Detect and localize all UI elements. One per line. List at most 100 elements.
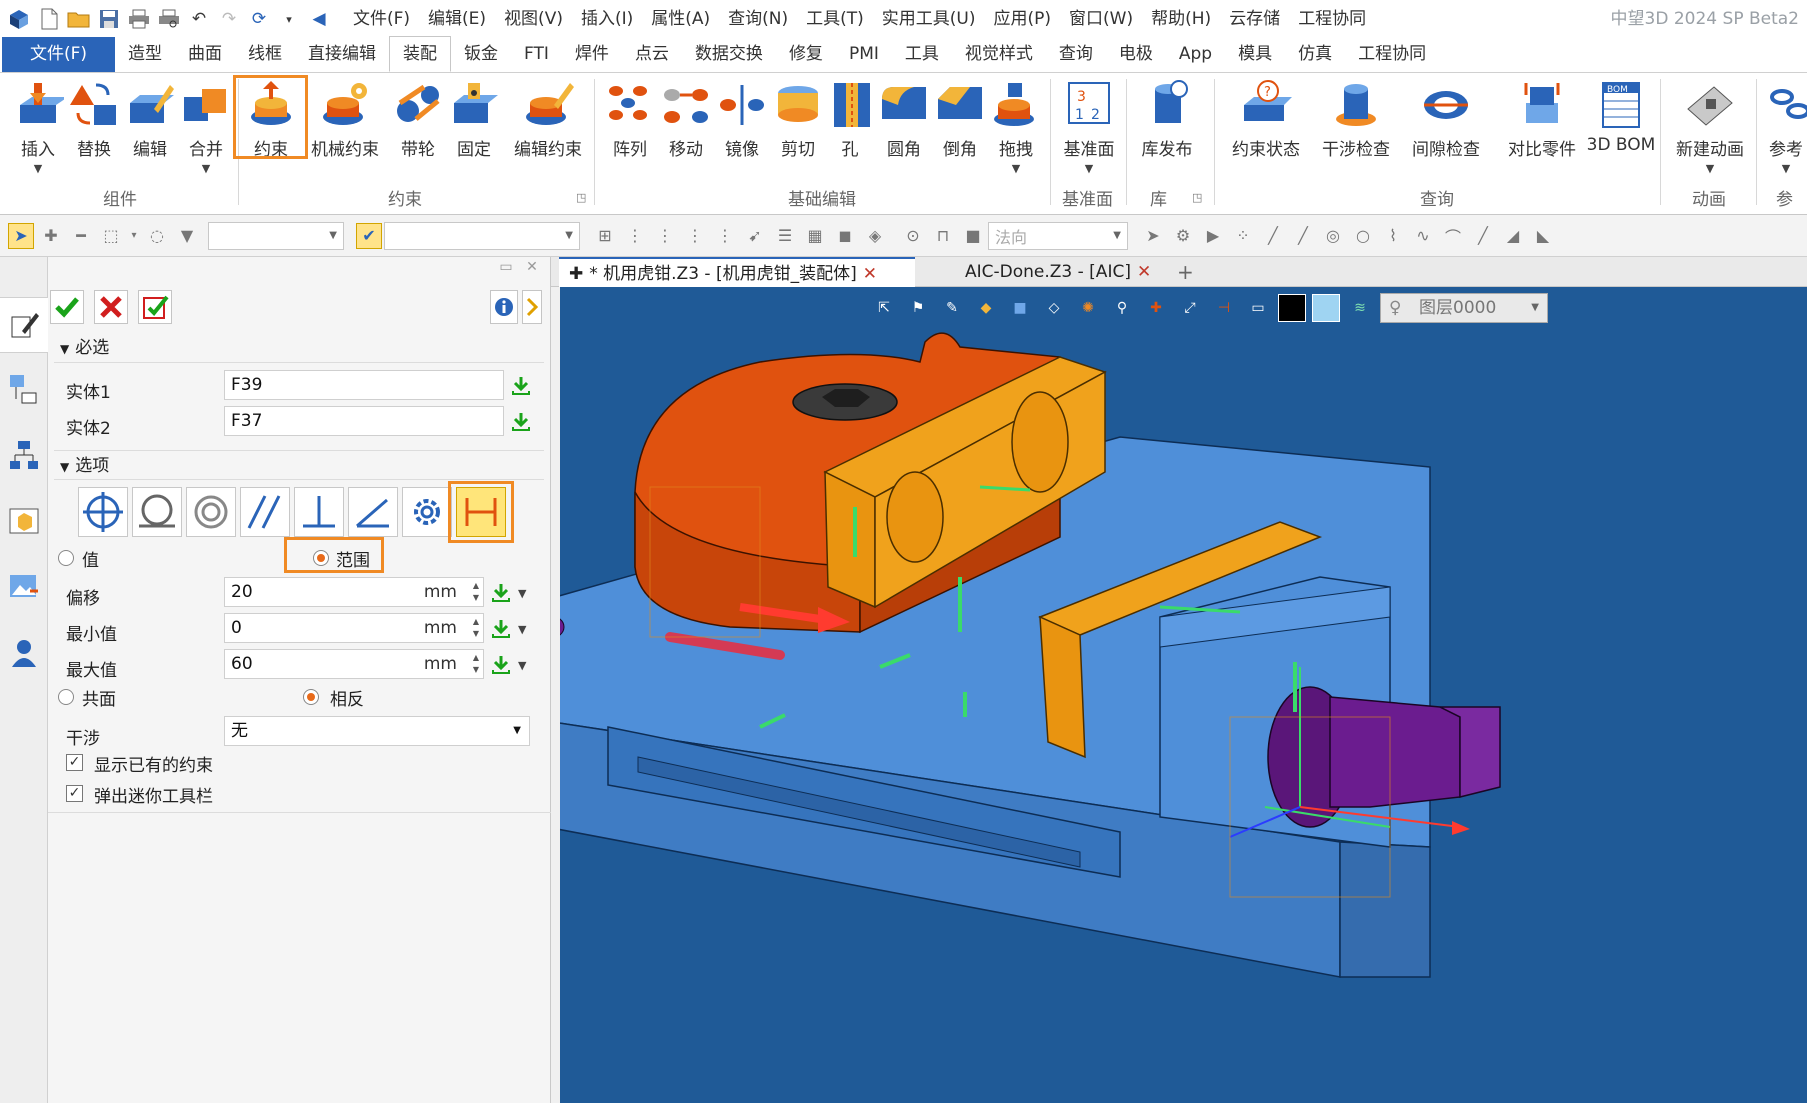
tab-data-exchange[interactable]: 数据交换 xyxy=(682,37,776,72)
assembly-tree-icon[interactable] xyxy=(8,439,40,471)
new-tab-button[interactable]: + xyxy=(1167,257,1204,287)
history-tree-icon[interactable] xyxy=(8,373,40,405)
refresh-icon[interactable]: ⟳ xyxy=(246,6,272,32)
menu-query[interactable]: 查询(N) xyxy=(719,0,797,38)
datum-plane-button[interactable]: 312 基准面 ▼ xyxy=(1058,79,1120,197)
curve-icon[interactable]: ∿ xyxy=(1410,223,1436,249)
entity2-field[interactable]: F37 xyxy=(224,406,504,436)
tab-simulation[interactable]: 仿真 xyxy=(1285,37,1345,72)
3d-bom-button[interactable]: BOM 3D BOM xyxy=(1584,79,1658,197)
box-select-icon[interactable]: ⬚ xyxy=(98,223,124,249)
min-field[interactable]: 0 mm ▲ ▼ xyxy=(224,613,484,643)
doc-tab-vise-assembly[interactable]: ✚ * 机用虎钳.Z3 - [机用虎钳_装配体] ✕ xyxy=(559,257,915,287)
part-view-icon[interactable] xyxy=(8,505,40,537)
angle-constraint-button[interactable] xyxy=(348,487,398,537)
options-section-header[interactable]: ▼ 选项 xyxy=(54,450,544,480)
print-preview-icon[interactable] xyxy=(156,6,182,32)
menu-insert[interactable]: 插入(I) xyxy=(572,0,642,38)
menu-collab[interactable]: 工程协同 xyxy=(1289,0,1375,38)
info-button[interactable] xyxy=(490,290,518,324)
opposite-radio[interactable] xyxy=(303,689,319,705)
tab-fti[interactable]: FTI xyxy=(511,37,562,72)
clipboard-icon[interactable]: ▦ xyxy=(802,223,828,249)
snap-vertex-icon[interactable]: ⋮ xyxy=(712,223,738,249)
menu-file[interactable]: 文件(F) xyxy=(344,0,419,38)
redo-icon[interactable]: ↷ xyxy=(216,6,242,32)
arc-icon[interactable]: ⌒ xyxy=(1440,223,1466,249)
merge-button[interactable]: 合并 ▼ xyxy=(178,79,234,197)
select-pointer-icon[interactable]: ➤ xyxy=(8,222,34,249)
tab-weldment[interactable]: 焊件 xyxy=(562,37,622,72)
snap-midpoint-icon[interactable]: ⋮ xyxy=(622,223,648,249)
clearance-check-button[interactable]: 间隙检查 xyxy=(1406,79,1486,197)
menu-view[interactable]: 视图(V) xyxy=(495,0,572,38)
app-logo-icon[interactable] xyxy=(6,6,32,32)
interference-check-button[interactable]: 干涉检查 xyxy=(1316,79,1396,197)
constraint-status-button[interactable]: ? 约束状态 xyxy=(1226,79,1306,197)
tab-point-cloud[interactable]: 点云 xyxy=(622,37,682,72)
user-icon[interactable] xyxy=(8,637,40,669)
customize-dropdown-icon[interactable]: ▾ xyxy=(276,6,302,32)
coplanar-radio[interactable] xyxy=(58,689,74,705)
lasso-select-icon[interactable]: ◌ xyxy=(144,223,170,249)
image-import-icon[interactable] xyxy=(8,571,40,603)
add-select-icon[interactable]: ✚ xyxy=(38,223,64,249)
tangent-constraint-button[interactable] xyxy=(132,487,182,537)
menu-attribute[interactable]: 属性(A) xyxy=(642,0,719,38)
mirror-button[interactable]: 镜像 xyxy=(714,79,770,197)
tab-electrode[interactable]: 电极 xyxy=(1106,37,1166,72)
pattern-button[interactable]: 阵列 xyxy=(602,79,658,197)
assembly-pick-icon[interactable]: ◈ xyxy=(862,223,888,249)
required-section-header[interactable]: ▼ 必选 xyxy=(54,333,544,363)
offset-pick-icon[interactable] xyxy=(490,581,512,603)
property-edit-icon[interactable] xyxy=(8,309,40,341)
belt-button[interactable]: 带轮 xyxy=(390,79,446,197)
doc-tab-aic[interactable]: AIC-Done.Z3 - [AIC] ✕ xyxy=(955,257,1195,287)
library-expand-icon[interactable]: ◳ xyxy=(1192,191,1202,204)
entity1-pick-icon[interactable] xyxy=(510,374,532,396)
drag-button[interactable]: 拖拽 ▼ xyxy=(988,79,1044,197)
max-field[interactable]: 60 mm ▲ ▼ xyxy=(224,649,484,679)
tab-sheetmetal[interactable]: 钣金 xyxy=(451,37,511,72)
tab-collab[interactable]: 工程协同 xyxy=(1345,37,1439,72)
stop-icon[interactable]: ■ xyxy=(960,223,986,249)
history-list-icon[interactable]: ☰ xyxy=(772,223,798,249)
new-animation-button[interactable]: 新建动画 ▼ xyxy=(1670,79,1750,197)
panel-expand-button[interactable] xyxy=(522,290,542,324)
filter-icon[interactable]: ▼ xyxy=(174,223,200,249)
min-spinner-icon[interactable]: ▲ ▼ xyxy=(473,616,479,640)
fix-button[interactable]: 固定 xyxy=(446,79,502,197)
tab-visual-style[interactable]: 视觉样式 xyxy=(952,37,1046,72)
offset-field[interactable]: 20 mm ▲ ▼ xyxy=(224,577,484,607)
max-dropdown-icon[interactable]: ▼ xyxy=(518,659,526,672)
snap-edge-icon[interactable]: ⋮ xyxy=(652,223,678,249)
menu-edit[interactable]: 编辑(E) xyxy=(419,0,495,38)
show-existing-checkbox[interactable]: ✓ xyxy=(66,754,83,771)
coincident-constraint-button[interactable] xyxy=(78,487,128,537)
tab-assembly[interactable]: 装配 xyxy=(389,36,452,72)
vise-assembly-model[interactable] xyxy=(560,287,1807,1103)
tab-tools[interactable]: 工具 xyxy=(892,37,952,72)
min-pick-icon[interactable] xyxy=(490,617,512,639)
offset-dropdown-icon[interactable]: ▼ xyxy=(518,587,526,600)
menu-cloud[interactable]: 云存储 xyxy=(1220,0,1289,38)
value-radio[interactable] xyxy=(58,550,74,566)
pick-mode-select[interactable]: ▼ xyxy=(384,221,580,250)
part-pick-icon[interactable]: ◼ xyxy=(832,223,858,249)
panel-close-icon[interactable]: ✕ xyxy=(522,259,542,279)
box-select-dropdown-icon[interactable]: ▾ xyxy=(128,223,140,249)
tab-app[interactable]: App xyxy=(1166,37,1225,72)
compare-parts-button[interactable]: 对比零件 xyxy=(1502,79,1582,197)
concentric-constraint-button[interactable] xyxy=(186,487,236,537)
entity2-pick-icon[interactable] xyxy=(510,410,532,432)
tab-modeling[interactable]: 造型 xyxy=(115,37,175,72)
dimension-icon[interactable]: ⊓ xyxy=(930,223,956,249)
open-file-icon[interactable] xyxy=(66,6,92,32)
ok-button[interactable] xyxy=(50,290,84,324)
cursor-icon[interactable]: ➤ xyxy=(1140,223,1166,249)
panel-restore-icon[interactable]: ▭ xyxy=(496,259,516,279)
view-origin-icon[interactable]: ⊙ xyxy=(900,223,926,249)
library-publish-button[interactable]: 库发布 xyxy=(1136,79,1198,197)
tab-surface[interactable]: 曲面 xyxy=(175,37,235,72)
tab-mold[interactable]: 模具 xyxy=(1225,37,1285,72)
